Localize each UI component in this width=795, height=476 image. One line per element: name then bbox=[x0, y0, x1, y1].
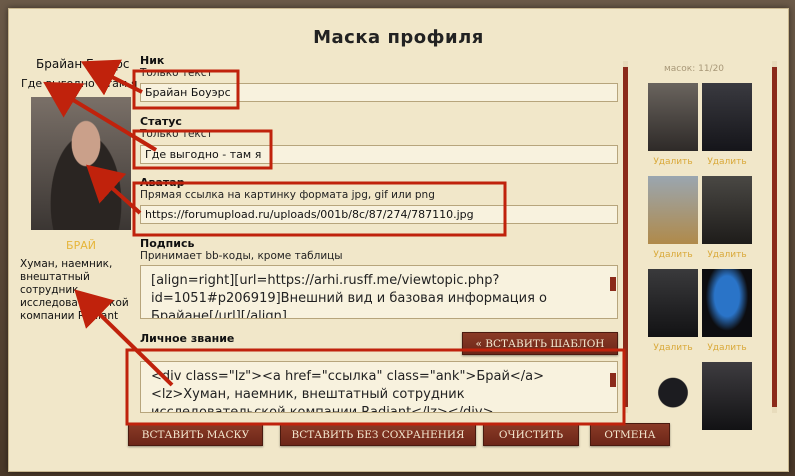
signature-label: Подпись bbox=[140, 237, 195, 250]
rank-label: Личное звание bbox=[140, 332, 235, 345]
signature-scrollbar[interactable] bbox=[610, 267, 616, 317]
mask-delete-5[interactable]: Удалить bbox=[648, 343, 698, 353]
masks-count: масок: 11/20 bbox=[664, 64, 725, 74]
nick-label: Ник bbox=[140, 54, 165, 67]
profile-mask-dialog: Маска профиля Брайан Боуэрс Где выгодно … bbox=[8, 8, 789, 472]
status-label: Статус bbox=[140, 115, 182, 128]
mask-delete-6[interactable]: Удалить bbox=[702, 343, 752, 353]
mask-thumb-2[interactable] bbox=[702, 83, 752, 151]
preview-avatar bbox=[31, 97, 131, 230]
avatar-url-input[interactable]: https://forumupload.ru/uploads/001b/8c/8… bbox=[140, 205, 618, 224]
rank-text: <div class="lz"><a href="ссылка" class="… bbox=[151, 369, 545, 413]
insert-template-button[interactable]: « ВСТАВИТЬ ШАБЛОН bbox=[462, 332, 618, 355]
preview-status: Где выгодно - там я bbox=[21, 77, 138, 90]
preview-description: Хуман, наемник, внештатный сотрудник исс… bbox=[20, 258, 129, 322]
masks-scrollbar[interactable] bbox=[772, 61, 777, 413]
mask-thumb-4[interactable] bbox=[702, 176, 752, 244]
form-scrollbar[interactable] bbox=[623, 61, 628, 413]
mask-thumb-5[interactable] bbox=[648, 269, 698, 337]
mask-thumb-3[interactable] bbox=[648, 176, 698, 244]
preview-nick: Брайан Боуэрс bbox=[36, 57, 130, 71]
signature-text: [align=right][url=https://arhi.rusff.me/… bbox=[151, 273, 548, 319]
avatar-hint: Прямая ссылка на картинку формата jpg, g… bbox=[140, 189, 435, 201]
mask-thumb-6[interactable] bbox=[702, 269, 752, 337]
mask-delete-2[interactable]: Удалить bbox=[702, 157, 752, 167]
mask-delete-4[interactable]: Удалить bbox=[702, 250, 752, 260]
nick-hint: Только текст bbox=[140, 67, 213, 79]
mask-thumb-8[interactable] bbox=[702, 362, 752, 430]
clear-button[interactable]: ОЧИСТИТЬ bbox=[483, 423, 579, 446]
status-input[interactable]: Где выгодно - там я bbox=[140, 145, 618, 164]
dialog-title: Маска профиля bbox=[313, 27, 484, 48]
signature-textarea[interactable]: [align=right][url=https://arhi.rusff.me/… bbox=[140, 265, 618, 319]
nick-input[interactable]: Брайан Боуэрс bbox=[140, 83, 618, 102]
mask-thumb-1[interactable] bbox=[648, 83, 698, 151]
signature-hint: Принимает bb-коды, кроме таблицы bbox=[140, 250, 343, 262]
mask-delete-3[interactable]: Удалить bbox=[648, 250, 698, 260]
status-hint: Только текст bbox=[140, 128, 213, 140]
cancel-button[interactable]: ОТМЕНА bbox=[590, 423, 670, 446]
mask-delete-1[interactable]: Удалить bbox=[648, 157, 698, 167]
preview-name: БРАЙ bbox=[66, 239, 96, 252]
rank-scrollbar[interactable] bbox=[610, 363, 616, 411]
insert-without-save-button[interactable]: ВСТАВИТЬ БЕЗ СОХРАНЕНИЯ bbox=[280, 423, 476, 446]
mask-thumb-7[interactable] bbox=[648, 362, 698, 430]
avatar-label: Аватар bbox=[140, 176, 185, 189]
rank-textarea[interactable]: <div class="lz"><a href="ссылка" class="… bbox=[140, 361, 618, 413]
insert-mask-button[interactable]: ВСТАВИТЬ МАСКУ bbox=[128, 423, 263, 446]
